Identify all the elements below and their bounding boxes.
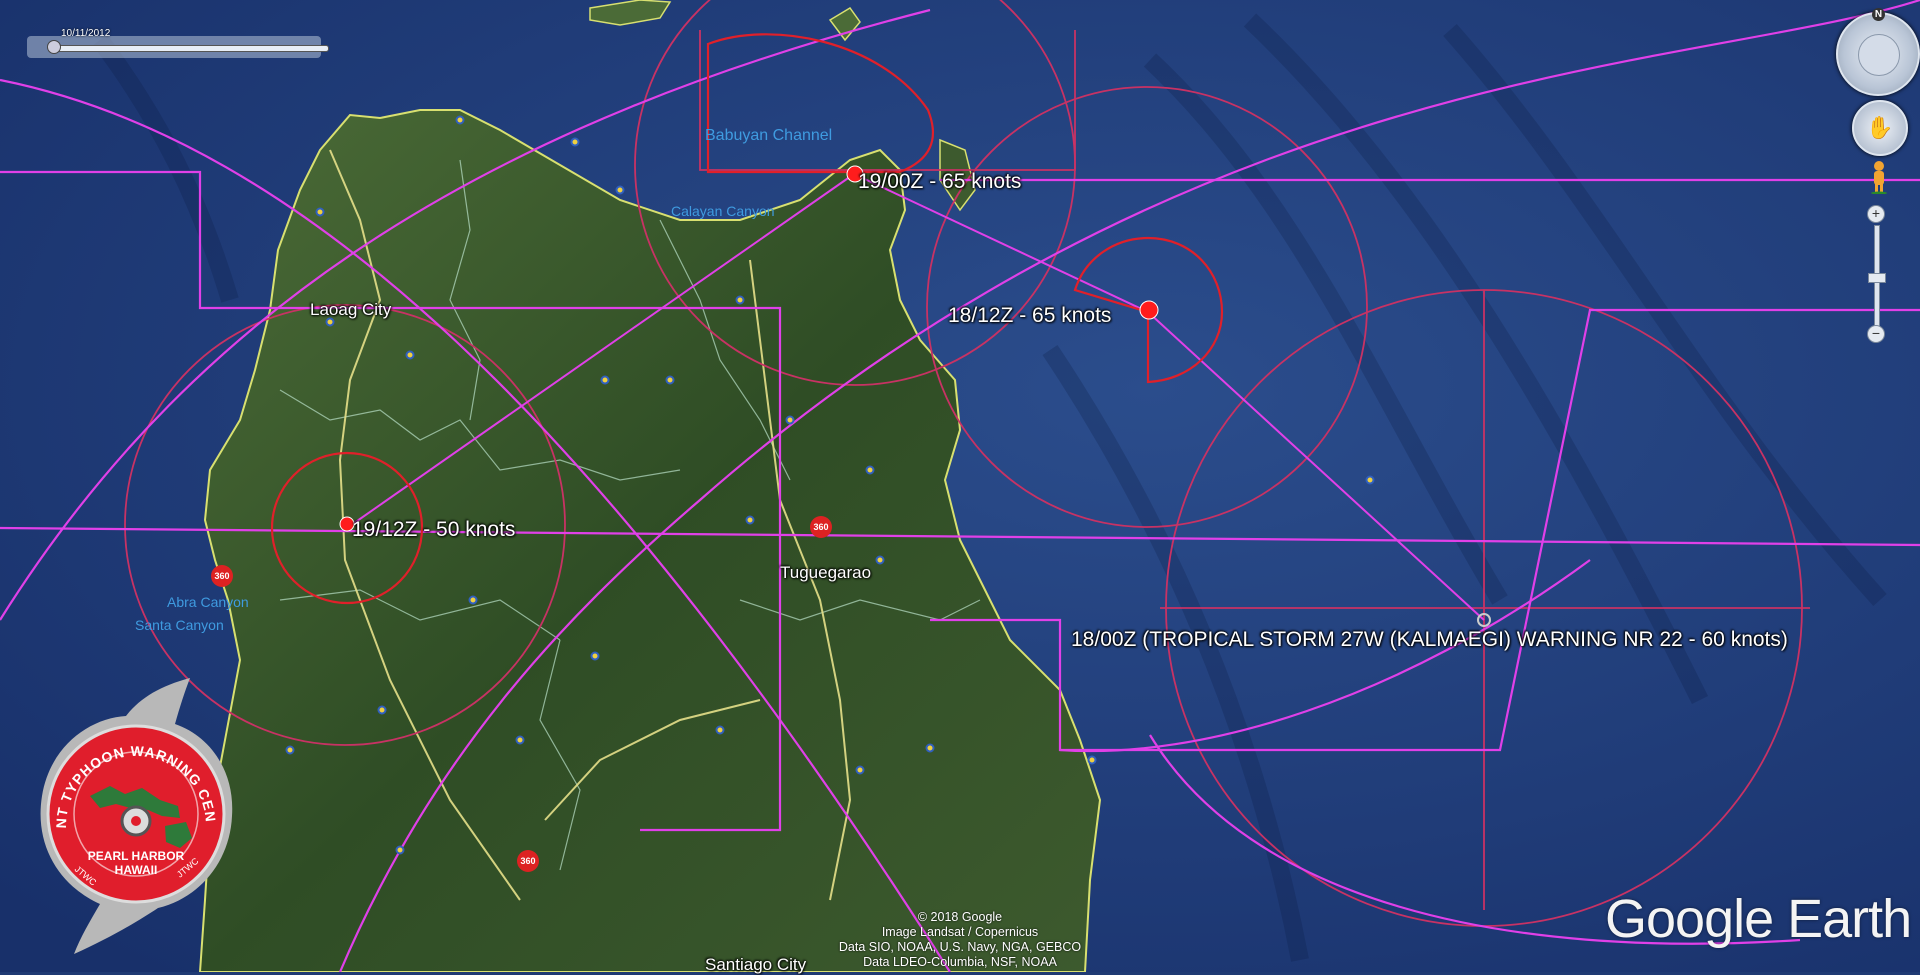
attribution-line: Image Landsat / Copernicus <box>881 925 1039 939</box>
time-slider-handle[interactable] <box>47 40 61 54</box>
north-indicator[interactable]: N <box>1872 8 1885 21</box>
jtwc-line2: HAWAII <box>115 863 158 877</box>
map-attribution: © 2018 Google Image Landsat / Copernicus… <box>820 910 1100 970</box>
place-label-laoag-city: Laoag City <box>310 300 392 319</box>
storm-label-19-12z: 19/12Z - 50 knots <box>352 518 516 541</box>
water-label-abra-canyon: Abra Canyon <box>167 594 249 610</box>
zoom-out-button[interactable]: − <box>1867 325 1885 343</box>
water-label-babuyan-channel: Babuyan Channel <box>705 127 833 144</box>
compass-control[interactable]: N <box>1836 8 1920 96</box>
look-joystick-icon[interactable] <box>1858 34 1900 76</box>
map-view[interactable]: 360 360 360 <box>0 0 1920 972</box>
street-view-pegman-icon[interactable] <box>1868 160 1890 194</box>
badge-360-label: 360 <box>520 856 535 866</box>
place-label-tuguegarao: Tuguegarao <box>780 563 872 582</box>
badge-360-label: 360 <box>214 571 229 581</box>
storm-marker-18-12z[interactable] <box>1139 300 1159 320</box>
zoom-slider-handle[interactable] <box>1868 273 1886 283</box>
zoom-control[interactable]: + − <box>1867 205 1886 349</box>
pan-hand-icon[interactable]: ✋ <box>1852 100 1908 156</box>
jtwc-logo: JOINT TYPHOON WARNING CENTER PEARL HARBO… <box>30 676 233 954</box>
google-earth-logo: Google Earth <box>1605 889 1912 949</box>
jtwc-line1: PEARL HARBOR <box>88 849 185 863</box>
attribution-line: © 2018 Google <box>917 910 1003 924</box>
storm-label-18-12z: 18/12Z - 65 knots <box>948 304 1112 327</box>
storm-label-19-00z: 19/00Z - 65 knots <box>858 170 1022 193</box>
place-label-santiago-city: Santiago City <box>705 955 807 974</box>
zoom-in-button[interactable]: + <box>1867 205 1885 223</box>
storm-label-18-00z-warning: 18/00Z (TROPICAL STORM 27W (KALMAEGI) WA… <box>1071 628 1788 651</box>
attribution-line: Data SIO, NOAA, U.S. Navy, NGA, GEBCO <box>838 940 1082 954</box>
badge-360-label: 360 <box>813 522 828 532</box>
water-label-santa-canyon: Santa Canyon <box>135 617 224 633</box>
time-slider[interactable]: 10/11/2012 <box>27 28 329 58</box>
water-label-calayan-canyon: Calayan Canyon <box>671 203 775 219</box>
attribution-line: Data LDEO-Columbia, NSF, NOAA <box>863 955 1057 969</box>
time-slider-date: 10/11/2012 <box>61 28 111 39</box>
time-slider-track[interactable] <box>49 45 329 52</box>
